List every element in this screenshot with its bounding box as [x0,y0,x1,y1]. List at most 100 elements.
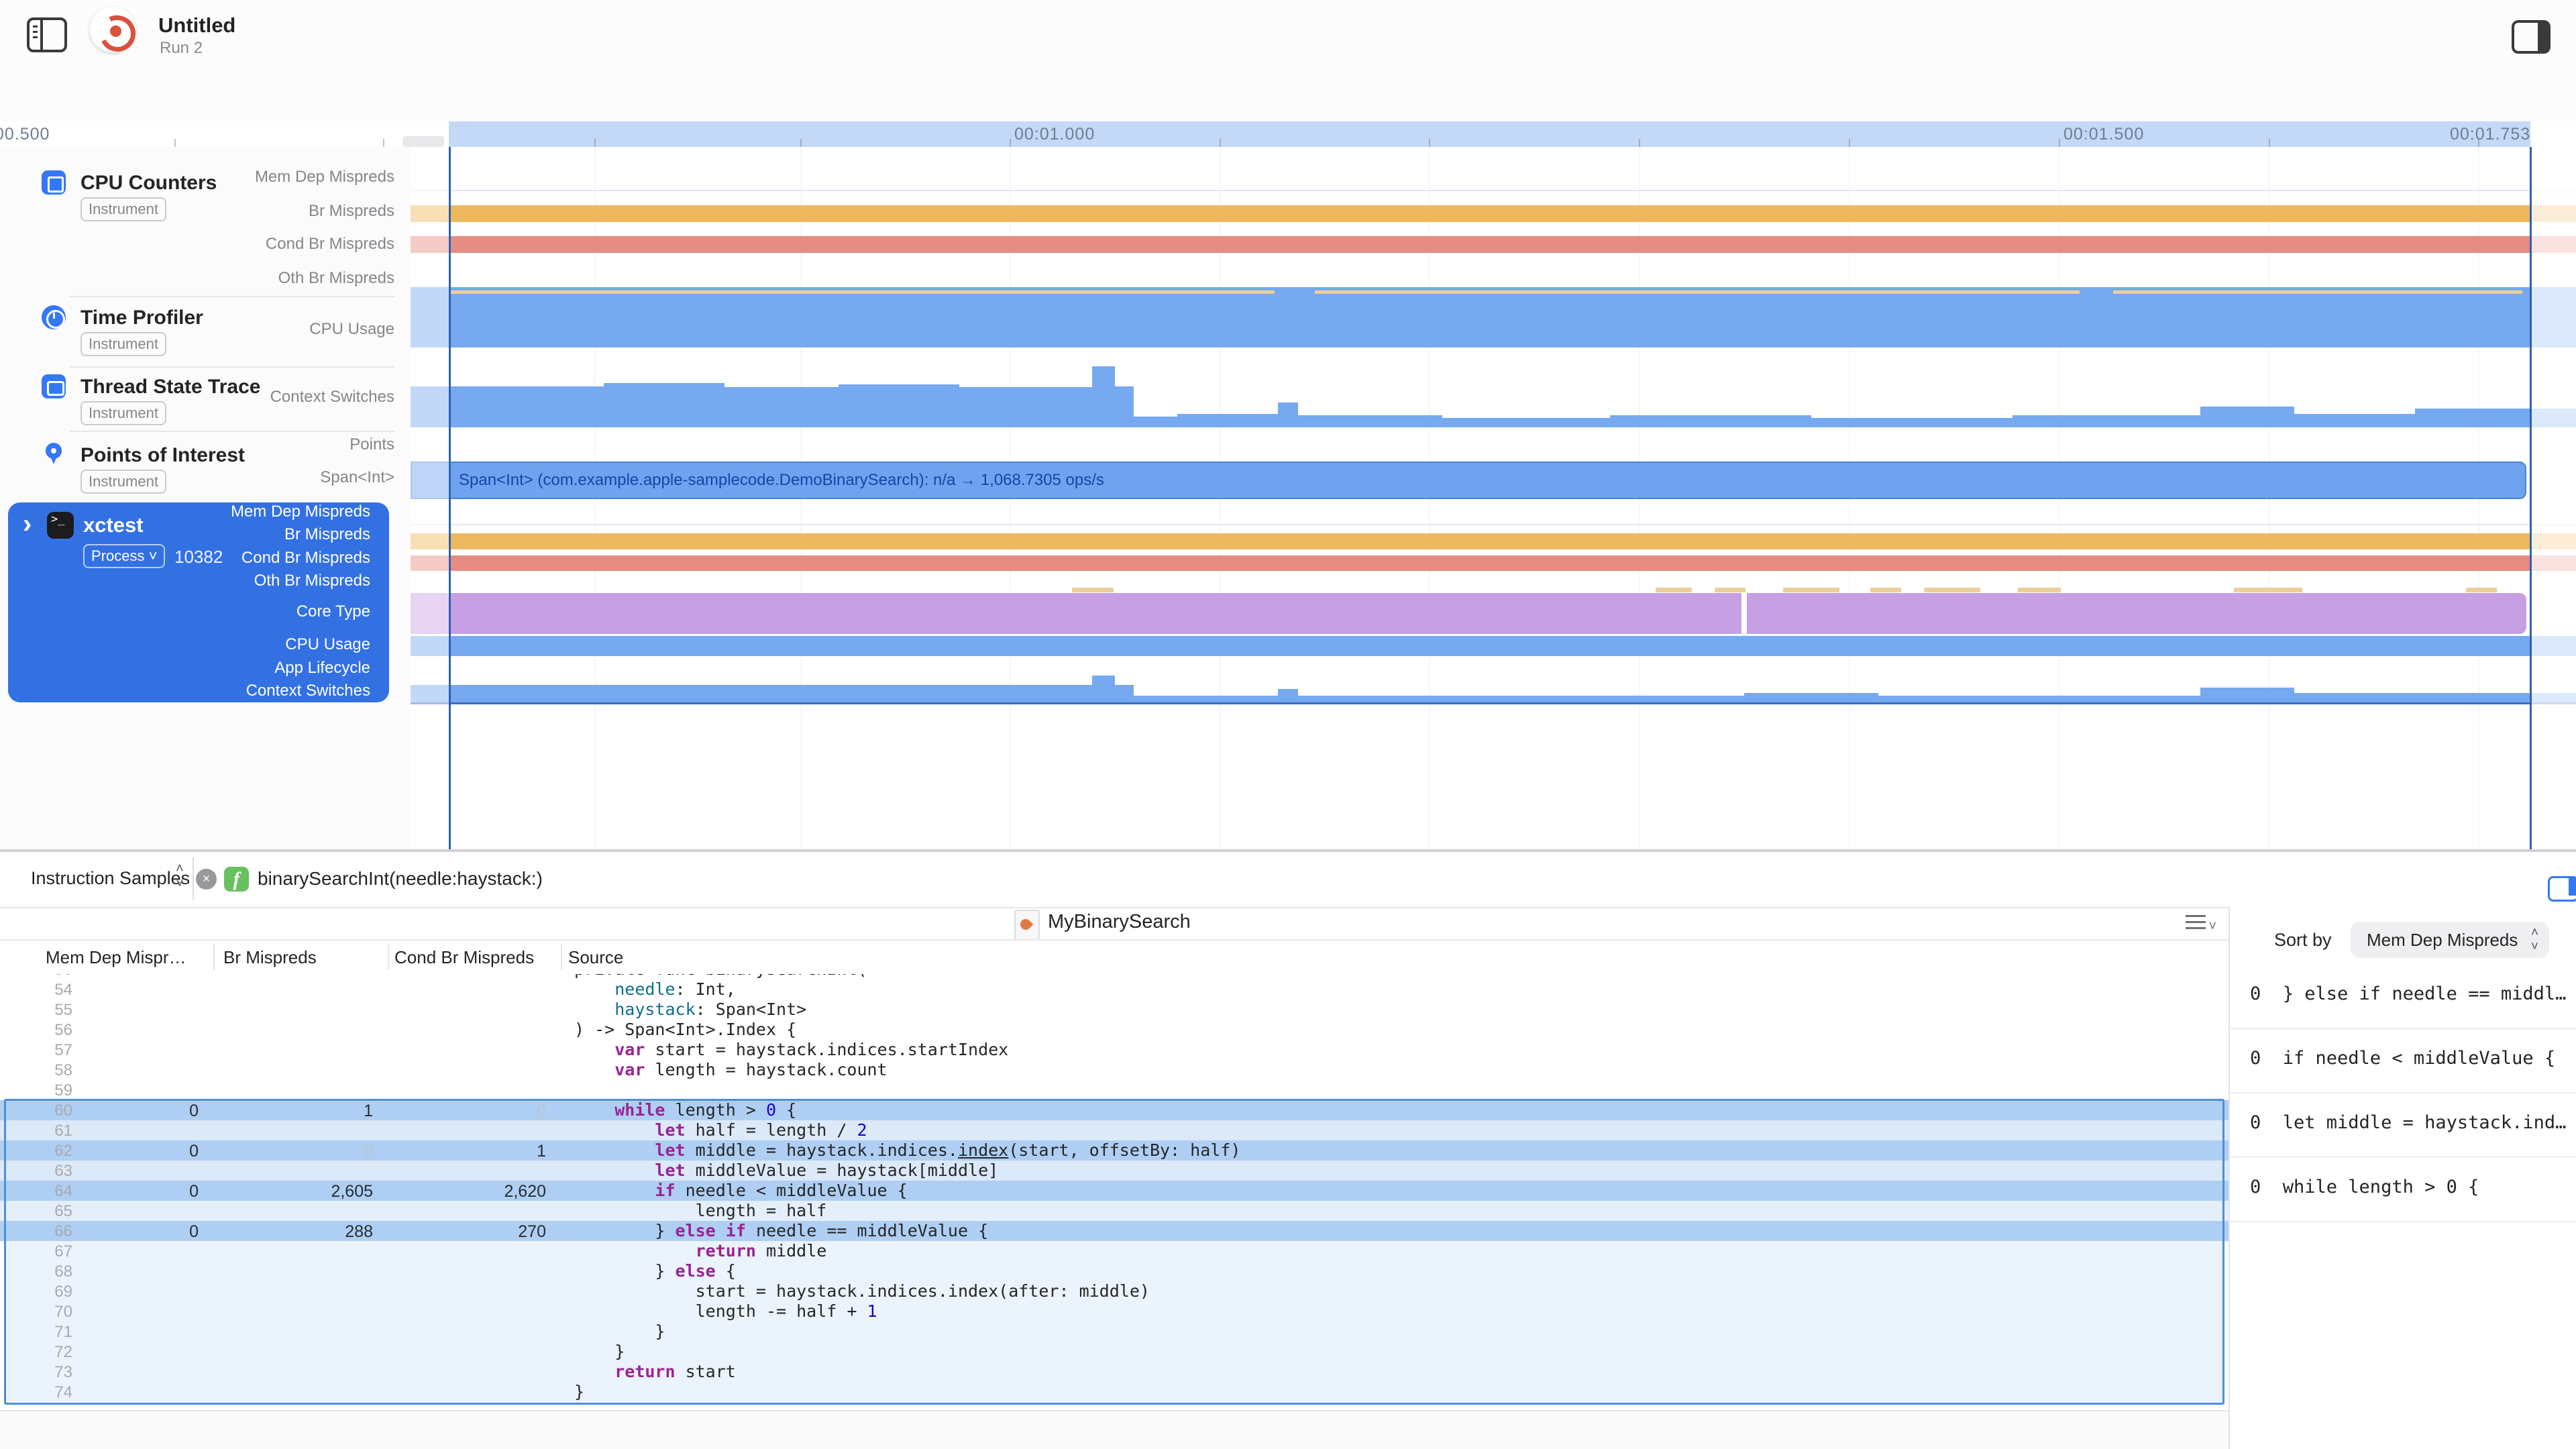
column-header[interactable]: Cond Br Mispreds [394,947,534,968]
unselected-left-overlay [411,147,449,851]
heaviest-line-item[interactable]: 0 if needle < middleValue { [2230,1028,2576,1093]
instrument-badge: Instrument [80,470,166,494]
process-lane-label: Oth Br Mispreds [254,572,370,590]
source-code-table[interactable]: 53private func binarySearchInt(54 needle… [0,974,2229,1410]
ruler-tick [1849,139,1850,147]
lane-label: Oth Br Mispreds [278,269,394,288]
thread-context-switches-histogram [1298,415,1442,427]
ruler-tick [2478,139,2479,147]
selection-start-line[interactable] [449,147,451,851]
heaviest-line-item[interactable]: 0 } else if needle == middl… [2230,963,2576,1029]
timeline-ruler[interactable]: 00.50000:01.00000:01.50000:01.753 [0,121,2576,148]
selection-end-line[interactable] [2530,147,2532,851]
symbol-filter-clear-button[interactable]: × [196,869,217,890]
instrument-title[interactable]: Time Profiler [80,307,203,329]
disclosure-chevron-icon[interactable]: › [23,509,32,539]
ruler-tick [174,139,176,147]
ruler-tick [383,139,384,147]
column-divider[interactable] [388,945,389,970]
ruler-tick [1429,139,1430,147]
code-row[interactable]: 58 var length = haystack.count [0,1060,2229,1080]
xctest-context-switches-histogram [411,685,1092,704]
instrument-badge: Instrument [80,197,166,221]
ruler-time-label: 00:01.500 [2063,125,2144,144]
process-lane-label: Cond Br Mispreds [241,549,370,568]
code-row[interactable]: 57 var start = haystack.indices.startInd… [0,1040,2229,1060]
right-panel-toggle-icon[interactable] [2512,20,2551,54]
heaviest-line-item[interactable]: 0 while length > 0 { [2230,1157,2576,1222]
instruments-app-icon [90,7,136,52]
heaviest-line-text: 0 let middle = haystack.ind… [2250,1112,2566,1133]
window-title: Untitled [158,13,235,38]
source-file-title: MyBinarySearch [1048,911,1191,933]
oth-br-mispreds-marks [449,290,1275,294]
line-number: 56 [20,1021,72,1040]
ruler-tick [800,139,802,147]
instrument-title[interactable]: Points of Interest [80,444,245,467]
stopwatch-icon [42,305,66,329]
thread-context-switches-histogram [1610,415,1811,427]
xctest-cond-br-mispreds-bar [411,555,2576,571]
profiler-cpu-usage-area [411,287,2576,347]
lane-label: Points [350,435,394,454]
updown-chevrons-icon: ˄˅ [176,861,184,891]
detail-view-dropdown[interactable]: Instruction Samples [31,868,190,889]
code-row[interactable]: 54 needle: Int, [0,979,2229,1000]
sort-popup-button[interactable]: Mem Dep Mispreds ˄˅ [2351,922,2549,958]
thread-context-switches-histogram [1442,418,1610,427]
below-code-strip [0,1411,2229,1449]
xctest-cpu-usage-bar [411,636,2576,656]
source-file-header: MyBinarySearch ˅ [0,908,2229,939]
lane-label: Context Switches [270,388,394,407]
source-line: needle: Int, [574,979,736,1000]
thread-context-switches-histogram [1177,414,1278,427]
lane-label: CPU Usage [309,320,394,339]
lane-label: Span<Int> [320,468,394,487]
process-badge[interactable]: Process ˅ [83,544,165,568]
instrument-title[interactable]: Thread State Trace [80,376,260,398]
table-column-header[interactable]: Mem Dep Mispr… Br Mispreds Cond Br Mispred… [0,939,2229,975]
sidebar-separator [70,366,394,368]
counters-cond-br-mispreds-bar [411,236,2576,253]
code-row[interactable]: 56) -> Span<Int>.Index { [0,1020,2229,1040]
process-track-selection-bottom [411,702,2576,704]
thread-context-switches-histogram [1115,386,1134,427]
cpu-chip-icon [42,170,66,195]
sidebar-separator [70,431,394,432]
thread-context-switches-histogram [839,384,959,427]
code-row[interactable]: 53private func binarySearchInt( [0,974,2229,979]
xctest-context-switches-histogram [2200,688,2294,704]
inspector-toggle-icon[interactable] [2548,876,2576,902]
lane-label: Br Mispreds [309,202,394,221]
column-divider[interactable] [561,945,562,970]
ruler-time-label: 00:01.000 [1014,125,1095,144]
line-number: 53 [20,974,72,979]
track-area[interactable]: Span<Int> (com.example.apple-samplecode.… [411,147,2576,851]
heaviest-line-item[interactable]: 0 let middle = haystack.ind… [2230,1092,2576,1158]
lane-label: Mem Dep Mispreds [255,168,394,186]
column-header[interactable]: Source [568,947,623,968]
sidebar-toggle-divider [40,20,43,50]
sidebar-toggle-icon[interactable] [27,17,67,52]
column-header[interactable]: Br Mispreds [223,947,317,968]
ruler-time-label: 00:01.753 [2450,125,2530,144]
code-row[interactable]: 55 haystack: Span<Int> [0,1000,2229,1020]
instrument-title[interactable]: CPU Counters [80,172,217,195]
view-options-icon[interactable]: ˅ [2186,914,2216,934]
symbol-filter-chip[interactable]: binarySearchInt(needle:haystack:) [258,868,543,890]
heaviest-line-text: 0 } else if needle == middl… [2250,983,2566,1004]
ruler-tick [2269,139,2270,147]
line-number: 57 [20,1041,72,1060]
span-int-band-label: Span<Int> (com.example.apple-samplecode.… [459,471,1104,490]
oth-br-mispreds-marks [1072,588,1114,592]
thread-context-switches-histogram [2200,407,2294,427]
detail-filter-bar: Instruction Samples ˄˅ × f binarySearchI… [0,852,2576,907]
oth-br-mispreds-marks [2113,290,2522,294]
process-pid: 10382 [174,547,223,568]
column-header[interactable]: Mem Dep Mispr… [46,947,186,968]
sidebar-separator [70,296,394,297]
code-row[interactable]: 59 [0,1080,2229,1100]
column-divider[interactable] [213,945,215,970]
xctest-core-type-band-a [411,593,1741,634]
process-row-xctest[interactable]: ›>_xctestProcess ˅10382Mem Dep MispredsB… [8,502,389,702]
